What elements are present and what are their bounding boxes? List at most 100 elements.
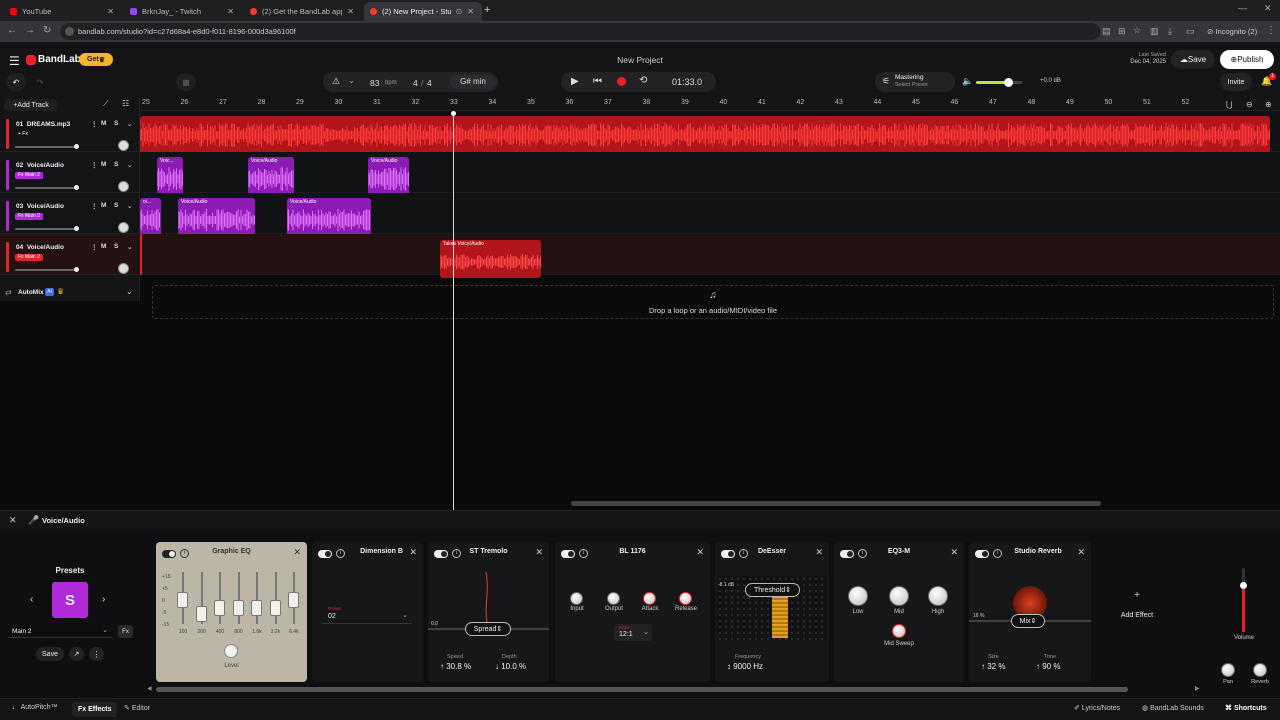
chevron-down-icon[interactable]: ⌄	[348, 76, 355, 85]
ratio-select[interactable]: Ratio 12:1 ⌄	[614, 624, 652, 641]
pan-knob[interactable]	[118, 140, 129, 151]
fx-tag[interactable]: + Fx	[15, 131, 31, 138]
invite-button[interactable]: Invite	[1220, 73, 1252, 91]
site-info-icon[interactable]	[65, 27, 74, 36]
tab-youtube[interactable]: YouTube ✕	[4, 2, 122, 21]
effects-tab[interactable]: Fx Effects	[72, 702, 118, 717]
sidebar-icon[interactable]: ▥	[1150, 26, 1159, 37]
minimize-icon[interactable]: —	[1238, 3, 1247, 13]
project-title[interactable]: New Project	[0, 55, 1280, 65]
split-icon[interactable]: ▭	[1186, 26, 1195, 37]
lane-4[interactable]: Takes Voice/Audio	[140, 234, 1280, 278]
lane-2[interactable]: Voic... Voice/Audio Voice/Audio	[140, 152, 1280, 195]
download-icon[interactable]: ⤓	[1168, 26, 1172, 37]
wand-icon[interactable]: ⟋	[103, 99, 109, 109]
add-track-button[interactable]: + Add Track	[4, 99, 58, 111]
more-icon[interactable]: ⋮	[91, 202, 98, 210]
editor-tab[interactable]: ✎ Editor	[124, 704, 150, 712]
more-icon[interactable]: ⋮	[91, 120, 98, 128]
eq-slider-handle[interactable]	[177, 592, 188, 608]
forward-icon[interactable]: →	[25, 25, 35, 36]
calculator-button[interactable]: ▦	[176, 73, 196, 91]
metronome-icon[interactable]: ⚠	[332, 76, 340, 87]
publish-button[interactable]: ⊕ Publish	[1220, 50, 1274, 69]
low-knob[interactable]	[848, 586, 868, 606]
chevron-right-icon[interactable]: ›	[102, 594, 105, 605]
close-icon[interactable]: ✕	[535, 547, 543, 558]
preset-select[interactable]: Main 2 ⌄	[8, 625, 112, 638]
frequency-value[interactable]: ↕ 9000 Hz	[727, 662, 763, 671]
tab-twitch[interactable]: BrknJay_ - Twitch ✕	[124, 2, 242, 21]
lyrics-button[interactable]: ✐ Lyrics/Notes	[1074, 704, 1120, 712]
mute-button[interactable]: M	[101, 161, 106, 168]
mastering-button[interactable]: ⚟ Mastering Select Preset	[875, 72, 955, 92]
track-volume-slider[interactable]	[15, 226, 79, 231]
eq-slider-track[interactable]	[274, 572, 277, 624]
loop-icon[interactable]: ⟲	[639, 75, 647, 86]
solo-button[interactable]: S	[114, 120, 118, 127]
chevron-left-icon[interactable]: ‹	[30, 594, 33, 605]
bpm-value[interactable]: 83	[370, 78, 379, 88]
eq-slider-handle[interactable]	[251, 600, 262, 616]
url-field[interactable]: bandlab.com/studio?id=c27d68a4-e8d0-f011…	[60, 23, 1100, 40]
volume-handle[interactable]	[1004, 78, 1013, 87]
time-sig-numerator[interactable]: 4	[413, 78, 418, 88]
track-header[interactable]: 02 Voice/Audio ⋮ M S ⌄ Fx Main 2	[0, 152, 140, 193]
mixer-icon[interactable]: ☷	[122, 99, 129, 108]
track-name[interactable]: DREAMS.mp3	[27, 121, 70, 128]
translate-icon[interactable]: ⊞	[1118, 26, 1126, 37]
size-value[interactable]: ↑ 32 %	[981, 662, 1005, 671]
pan-knob[interactable]	[1221, 663, 1235, 677]
scroll-right-icon[interactable]: ▶	[1195, 685, 1200, 692]
close-window-icon[interactable]: ✕	[1264, 3, 1272, 14]
chevron-down-icon[interactable]: ⌄	[127, 202, 132, 210]
playhead-handle[interactable]	[451, 111, 456, 116]
close-icon[interactable]: ✕	[293, 547, 301, 558]
attack-knob[interactable]	[643, 592, 656, 605]
save-button[interactable]: ☁ Save	[1171, 50, 1215, 69]
eq-slider-handle[interactable]	[214, 600, 225, 616]
record-icon[interactable]	[617, 77, 626, 86]
eq-slider-track[interactable]	[256, 572, 258, 624]
input-knob[interactable]	[570, 592, 583, 605]
fx-tag[interactable]: Fx Main 2	[15, 213, 43, 220]
dimension-preset-select[interactable]: Preset 02 ⌄	[322, 606, 412, 624]
clip-voice[interactable]: Voice/Audio	[248, 157, 294, 195]
time-display[interactable]: 01:33.0	[672, 77, 702, 87]
shortcuts-button[interactable]: ⌘ Shortcuts	[1225, 704, 1267, 712]
mute-button[interactable]: M	[101, 120, 106, 127]
clip-takes[interactable]: Takes Voice/Audio	[440, 240, 541, 278]
clip-voice[interactable]: oi...	[140, 198, 161, 236]
zoom-out-icon[interactable]: ⊖	[1246, 100, 1253, 109]
chevron-down-icon[interactable]: ⌄	[127, 161, 132, 169]
eq-slider-handle[interactable]	[195, 606, 207, 622]
track-name[interactable]: Voice/Audio	[27, 203, 64, 210]
lane-3[interactable]: oi... Voice/Audio Voice/Audio	[140, 193, 1280, 236]
pan-knob[interactable]	[118, 263, 129, 274]
track-header[interactable]: 01 DREAMS.mp3 ⋮ M S ⌄ + Fx	[0, 111, 140, 152]
playhead[interactable]	[453, 111, 454, 510]
release-knob[interactable]	[679, 592, 692, 605]
close-icon[interactable]: ✕	[347, 7, 354, 16]
speaker-icon[interactable]: 🔈	[962, 76, 973, 87]
lane-1[interactable]	[140, 111, 1280, 156]
pan-knob[interactable]	[118, 222, 129, 233]
mix-selector[interactable]: Mix ⇕	[1011, 614, 1045, 628]
timeline-scrollbar[interactable]	[571, 501, 1101, 506]
back-icon[interactable]: ←	[7, 25, 17, 36]
tone-value[interactable]: ↑ 90 %	[1036, 662, 1060, 671]
slider-handle[interactable]	[74, 226, 79, 231]
track-volume-slider[interactable]	[15, 185, 79, 190]
track-volume-slider[interactable]	[15, 144, 79, 149]
preset-thumbnail[interactable]: S	[52, 582, 88, 618]
pan-knob[interactable]	[118, 181, 129, 192]
close-icon[interactable]: ✕	[950, 547, 958, 558]
key-selector[interactable]: G# min	[450, 75, 496, 89]
tab-new-project[interactable]: (2) New Project - Studio ⊙ ✕	[364, 2, 482, 21]
bandlab-sounds-button[interactable]: ◍ BandLab Sounds	[1142, 704, 1204, 712]
close-icon[interactable]: ✕	[467, 7, 474, 16]
preset-save-button[interactable]: Save	[36, 647, 64, 661]
share-button[interactable]: ↗	[69, 647, 84, 661]
bookmark-star-icon[interactable]: ☆	[1133, 25, 1141, 36]
clip-dreams[interactable]	[140, 116, 1270, 156]
